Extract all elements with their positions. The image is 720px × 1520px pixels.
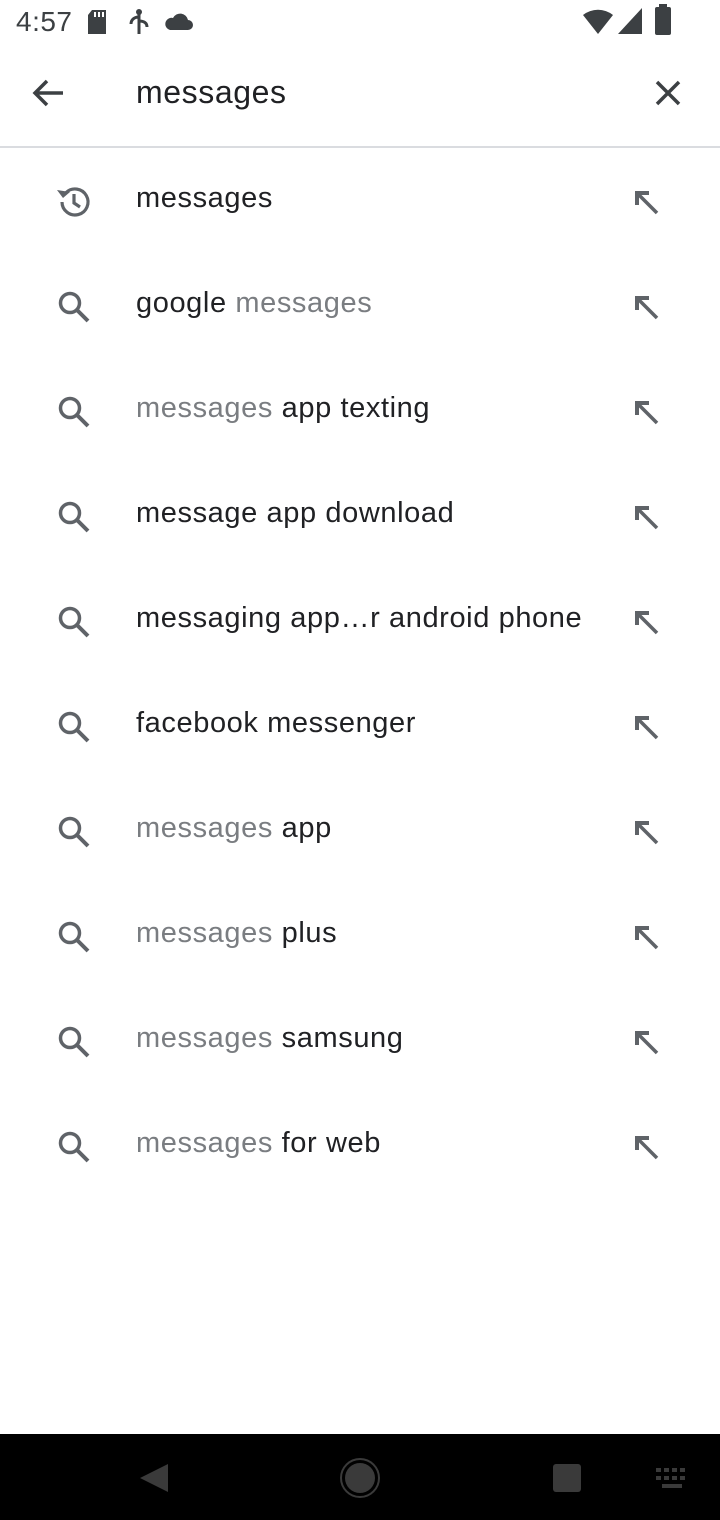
suggestion-label: messages app texting: [136, 392, 430, 425]
suggestion-item[interactable]: google messages: [0, 255, 720, 359]
insert-query-icon[interactable]: [618, 176, 674, 228]
close-icon: [654, 79, 682, 112]
suggestion-label-part: messaging app…r android phone: [136, 602, 583, 634]
insert-query-icon[interactable]: [618, 281, 674, 333]
suggestion-label: messages samsung: [136, 1022, 404, 1055]
wifi-icon: [582, 6, 614, 36]
keyboard-icon[interactable]: [646, 1454, 698, 1502]
battery-icon: [654, 4, 672, 36]
signal-icon: [616, 6, 644, 36]
suggestion-label-part: plus: [281, 917, 338, 949]
suggestion-label: google messages: [136, 287, 372, 320]
suggestion-label-part: messages: [136, 1127, 282, 1159]
arrow-back-icon: [31, 78, 65, 113]
suggestion-item[interactable]: messaging app…r android phone: [0, 570, 720, 674]
back-button[interactable]: [18, 70, 78, 120]
suggestion-label: messages plus: [136, 917, 337, 950]
insert-query-icon[interactable]: [618, 596, 674, 648]
suggestion-label: messages: [136, 182, 273, 215]
suggestion-label-part: messages: [136, 812, 282, 844]
suggestion-label-part: app: [281, 812, 332, 844]
sd-card-icon: [86, 8, 108, 36]
suggestion-label-part: messages: [235, 287, 373, 319]
suggestion-label: messaging app…r android phone: [136, 602, 582, 635]
back-nav-icon[interactable]: [126, 1454, 178, 1502]
suggestion-item[interactable]: messages plus: [0, 885, 720, 989]
insert-query-icon[interactable]: [618, 491, 674, 543]
suggestion-label: message app download: [136, 497, 454, 530]
search-icon: [48, 911, 100, 963]
history-icon: [48, 176, 100, 228]
suggestion-label-part: message app download: [136, 497, 455, 529]
suggestion-label-part: app texting: [281, 392, 431, 424]
recents-nav-icon[interactable]: [541, 1454, 593, 1502]
search-icon: [48, 596, 100, 648]
clear-search-button[interactable]: [640, 70, 696, 120]
search-icon: [48, 386, 100, 438]
suggestion-label: messages app: [136, 812, 332, 845]
suggestion-label-part: facebook messenger: [136, 707, 417, 739]
search-input[interactable]: messages: [136, 74, 287, 111]
suggestion-label: facebook messenger: [136, 707, 416, 740]
home-nav-icon[interactable]: [334, 1454, 386, 1502]
insert-query-icon[interactable]: [618, 1016, 674, 1068]
insert-query-icon[interactable]: [618, 1121, 674, 1173]
navigation-bar: [0, 1434, 720, 1520]
insert-query-icon[interactable]: [618, 911, 674, 963]
search-icon: [48, 1016, 100, 1068]
suggestion-item[interactable]: messages for web: [0, 1095, 720, 1199]
suggestion-item[interactable]: message app download: [0, 465, 720, 569]
suggestion-item[interactable]: messages app texting: [0, 360, 720, 464]
suggestion-label-part: for web: [281, 1127, 381, 1159]
suggestion-label-part: samsung: [281, 1022, 404, 1054]
insert-query-icon[interactable]: [618, 806, 674, 858]
insert-query-icon[interactable]: [618, 701, 674, 753]
suggestion-label-part: messages: [136, 917, 282, 949]
suggestion-label-part: messages: [136, 392, 282, 424]
cloud-icon: [162, 8, 194, 36]
suggestion-label-part: messages: [136, 1022, 282, 1054]
search-bar: messages: [0, 48, 720, 148]
suggestion-item[interactable]: facebook messenger: [0, 675, 720, 779]
search-icon: [48, 281, 100, 333]
status-time: 4:57: [16, 6, 73, 37]
suggestion-label-part: google: [136, 287, 236, 319]
status-bar: 4:57: [0, 0, 720, 48]
suggestion-label-part: messages: [136, 182, 273, 214]
search-icon: [48, 491, 100, 543]
usb-icon: [126, 8, 152, 36]
suggestion-item[interactable]: messages app: [0, 780, 720, 884]
search-icon: [48, 701, 100, 753]
search-icon: [48, 806, 100, 858]
search-icon: [48, 1121, 100, 1173]
suggestion-item[interactable]: messages: [0, 150, 720, 254]
suggestion-label: messages for web: [136, 1127, 381, 1160]
suggestion-item[interactable]: messages samsung: [0, 990, 720, 1094]
insert-query-icon[interactable]: [618, 386, 674, 438]
